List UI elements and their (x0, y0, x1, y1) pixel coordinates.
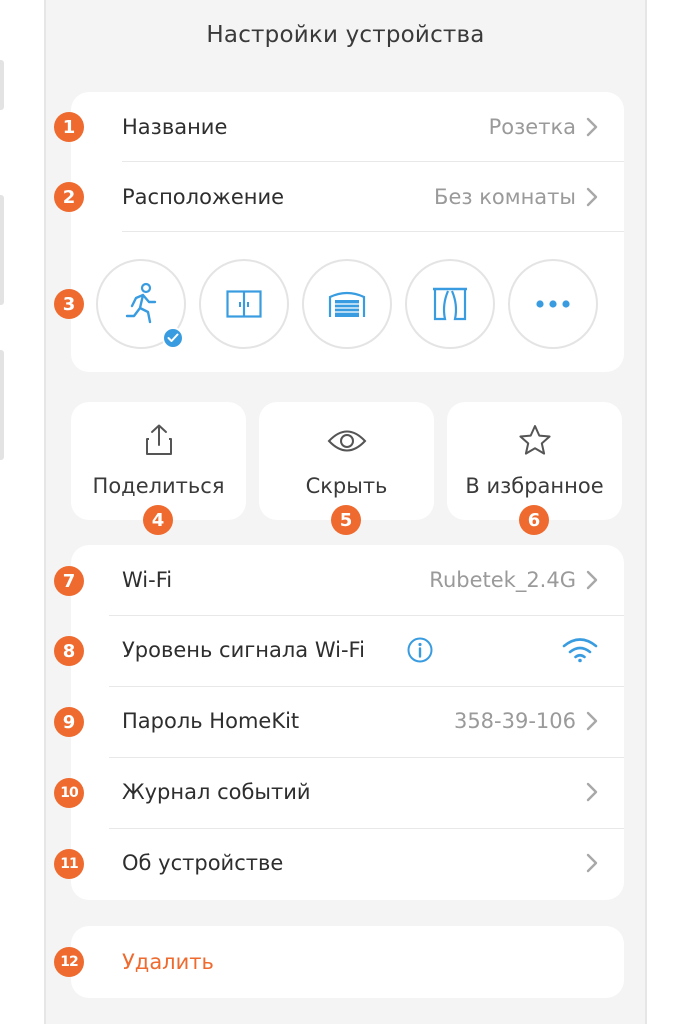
eye-icon (327, 430, 366, 452)
garage-door-icon (328, 291, 366, 317)
chevron-right-icon (586, 117, 598, 137)
event-log-row[interactable]: Журнал событий (71, 757, 624, 827)
selected-check-icon (162, 327, 184, 349)
callout-badge-4: 4 (143, 505, 173, 535)
callout-badge-5: 5 (331, 505, 361, 535)
more-dots-icon (536, 300, 570, 308)
icon-option-running-man[interactable] (96, 259, 186, 349)
info-icon[interactable] (407, 637, 433, 663)
about-device-row[interactable]: Об устройстве (71, 828, 624, 898)
location-value: Без комнаты (434, 185, 576, 209)
callout-badge-3: 3 (54, 289, 84, 319)
icon-option-window[interactable] (199, 259, 289, 349)
share-label: Поделиться (92, 474, 225, 498)
about-label: Об устройстве (122, 851, 284, 875)
homekit-label: Пароль HomeKit (122, 709, 300, 733)
icon-option-garage[interactable] (302, 259, 392, 349)
callout-badge-6: 6 (519, 505, 549, 535)
homekit-value: 358-39-106 (453, 709, 576, 733)
curtains-icon (433, 287, 467, 321)
name-value: Розетка (488, 115, 576, 139)
location-label: Расположение (122, 185, 285, 209)
homekit-password-row[interactable]: Пароль HomeKit 358-39-106 (71, 686, 624, 756)
callout-badge-2: 2 (54, 182, 84, 212)
divider (122, 231, 624, 232)
location-row[interactable]: Расположение Без комнаты (71, 162, 624, 232)
event-log-label: Журнал событий (122, 780, 311, 804)
favorite-label: В избранное (465, 474, 604, 498)
phone-right-edge (645, 0, 647, 1024)
chevron-right-icon (586, 853, 598, 873)
hide-button[interactable]: Скрыть (259, 402, 434, 520)
name-row[interactable]: Название Розетка (71, 92, 624, 162)
name-label: Название (122, 115, 228, 139)
phone-right-bezel (645, 0, 687, 1024)
chevron-right-icon (586, 570, 598, 590)
callout-badge-7: 7 (54, 566, 84, 596)
phone-volume-up-button (0, 195, 4, 305)
window-icon (226, 290, 262, 318)
callout-badge-12: 12 (54, 947, 84, 977)
phone-left-bezel (0, 0, 46, 1024)
callout-badge-1: 1 (54, 112, 84, 142)
hide-label: Скрыть (305, 474, 388, 498)
wifi-row[interactable]: Wi-Fi Rubetek_2.4G (71, 545, 624, 615)
page-title: Настройки устройства (206, 22, 485, 48)
phone-volume-down-button (0, 350, 4, 460)
callout-badge-11: 11 (54, 849, 84, 879)
wifi-value: Rubetek_2.4G (429, 568, 576, 592)
chevron-right-icon (586, 782, 598, 802)
wifi-signal-label: Уровень сигнала Wi-Fi (122, 638, 365, 662)
wifi-label: Wi-Fi (122, 568, 173, 592)
delete-label: Удалить (122, 950, 214, 974)
wifi-signal-icon (562, 638, 598, 663)
chevron-right-icon (586, 187, 598, 207)
callout-badge-10: 10 (54, 778, 84, 808)
chevron-right-icon (586, 711, 598, 731)
network-settings-card: Wi-Fi Rubetek_2.4G Уровень сигнала Wi-Fi… (71, 545, 624, 900)
callout-badge-9: 9 (54, 707, 84, 737)
device-settings-screen: Настройки устройства Название Розетка Ра… (46, 0, 645, 1024)
favorite-button[interactable]: В избранное (447, 402, 622, 520)
callout-badge-8: 8 (54, 636, 84, 666)
phone-mute-switch (0, 60, 4, 110)
delete-button[interactable]: Удалить (71, 926, 624, 998)
share-icon (145, 424, 172, 455)
icon-option-curtains[interactable] (405, 259, 495, 349)
star-icon (518, 425, 551, 455)
share-button[interactable]: Поделиться (71, 402, 246, 520)
wifi-signal-row: Уровень сигнала Wi-Fi (71, 615, 624, 685)
icon-option-more[interactable] (508, 259, 598, 349)
running-man-icon (125, 282, 157, 324)
